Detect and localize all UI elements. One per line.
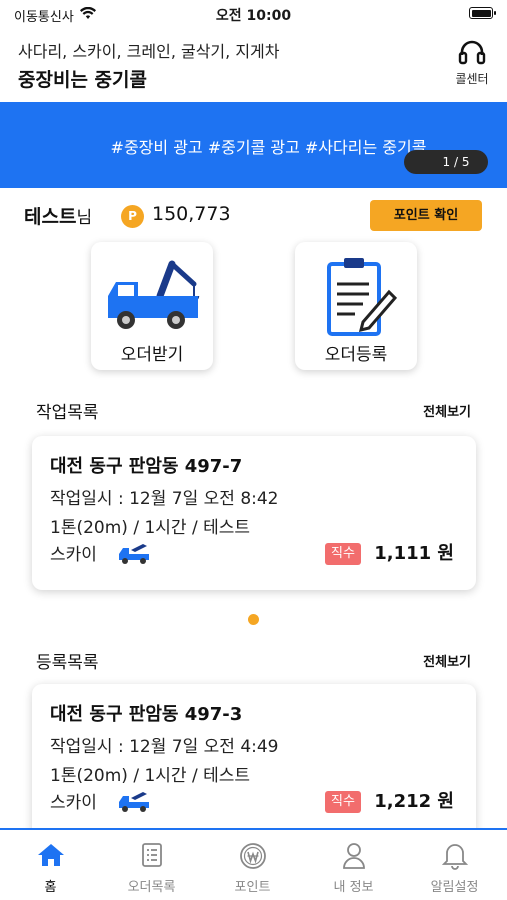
card-equipment-type: 스카이 (50, 793, 97, 813)
point-check-button[interactable]: 포인트 확인 (370, 200, 482, 231)
tow-truck-icon (108, 260, 200, 329)
ad-banner[interactable]: #중장비 광고 #중기콜 광고 #사다리는 중기콜 (0, 102, 507, 188)
list-icon (141, 843, 162, 867)
tab-notification-settings[interactable]: 알림설정 (404, 830, 505, 900)
card-spec: 1톤(20m) / 1시간 / 테스트 (50, 766, 250, 786)
user-name: 테스트님 (24, 202, 92, 229)
register-list-card[interactable]: 대전 동구 판암동 497-3 작업일시 : 12월 7일 오전 4:49 1톤… (32, 684, 476, 838)
card-datetime: 작업일시 : 12월 7일 오전 4:49 (50, 737, 279, 757)
order-register-button[interactable]: 오더등록 (295, 242, 417, 370)
sky-truck-icon (119, 544, 149, 564)
app-title: 중장비는 중기콜 (18, 69, 147, 91)
tab-notification-settings-label: 알림설정 (430, 880, 479, 895)
card-equipment-type: 스카이 (50, 545, 97, 565)
home-icon (37, 844, 64, 866)
direct-badge: 직수 (325, 791, 361, 813)
status-bar: 이동통신사 오전 10:00 (0, 0, 507, 28)
tab-my-info[interactable]: 내 정보 (303, 830, 404, 900)
tab-home-label: 홈 (44, 880, 57, 895)
carousel-page-indicator (248, 614, 259, 625)
person-icon (342, 843, 365, 869)
bottom-tab-bar: 홈 오더목록 포인트 내 정보 알림설정 (0, 828, 507, 900)
won-coin-icon (239, 843, 266, 869)
point-coin-icon: P (121, 205, 144, 228)
clipboard-edit-icon (327, 258, 398, 336)
card-spec: 1톤(20m) / 1시간 / 테스트 (50, 518, 250, 538)
order-receive-button[interactable]: 오더받기 (91, 242, 213, 370)
card-datetime: 작업일시 : 12월 7일 오전 8:42 (50, 489, 279, 509)
order-register-label: 오더등록 (324, 345, 388, 365)
user-name-suffix: 님 (76, 208, 93, 228)
sky-truck-icon (119, 792, 149, 812)
work-list-view-all-link[interactable]: 전체보기 (423, 401, 471, 420)
card-price: 1,212 원 (374, 791, 454, 812)
work-list-card[interactable]: 대전 동구 판암동 497-7 작업일시 : 12월 7일 오전 8:42 1톤… (32, 436, 476, 590)
tab-point-label: 포인트 (234, 880, 271, 895)
clock: 오전 10:00 (215, 8, 292, 24)
call-center-button[interactable]: 콜센터 (449, 38, 495, 87)
work-list-title: 작업목록 (36, 403, 99, 423)
tab-home[interactable]: 홈 (0, 830, 101, 900)
register-list-view-all-link[interactable]: 전체보기 (423, 651, 471, 670)
user-name-text: 테스트 (24, 206, 77, 228)
banner-pager: 1 / 5 (404, 150, 488, 174)
call-center-label: 콜센터 (455, 72, 489, 86)
headset-icon (458, 40, 486, 65)
tab-point[interactable]: 포인트 (202, 830, 303, 900)
point-balance: 150,773 (152, 203, 231, 225)
tab-order-list[interactable]: 오더목록 (101, 830, 202, 900)
order-receive-label: 오더받기 (120, 345, 184, 365)
bell-icon (441, 844, 468, 870)
direct-badge: 직수 (325, 543, 361, 565)
battery-icon (469, 7, 496, 19)
card-address: 대전 동구 판암동 497-7 (50, 456, 243, 477)
header-subtitle: 사다리, 스카이, 크레인, 굴삭기, 지게차 (18, 42, 280, 61)
card-address: 대전 동구 판암동 497-3 (50, 704, 243, 725)
card-price: 1,111 원 (374, 543, 454, 564)
register-list-title: 등록목록 (36, 653, 99, 673)
tab-my-info-label: 내 정보 (333, 880, 374, 895)
tab-order-list-label: 오더목록 (127, 880, 176, 895)
